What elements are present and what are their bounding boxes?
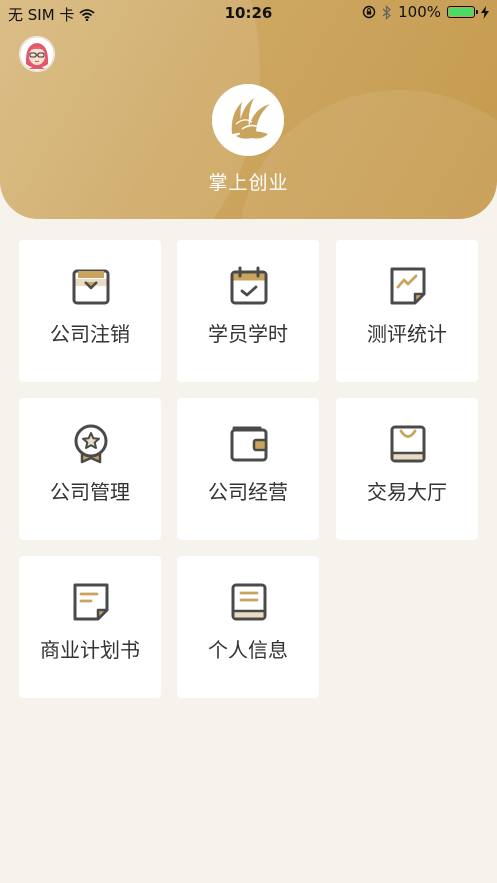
menu-item-label: 测评统计 xyxy=(367,322,447,346)
document-icon xyxy=(73,583,109,621)
status-right: 100% xyxy=(362,3,489,21)
archive-box-icon xyxy=(72,269,110,305)
rotation-lock-icon xyxy=(362,5,376,19)
battery-icon xyxy=(447,6,478,18)
menu-item-evaluation-stats[interactable]: 测评统计 xyxy=(336,240,478,382)
menu-item-trading-hall[interactable]: 交易大厅 xyxy=(336,398,478,540)
menu-item-company-operation[interactable]: 公司经营 xyxy=(177,398,319,540)
app-logo xyxy=(212,84,284,156)
charging-icon xyxy=(481,5,489,19)
menu-item-label: 公司经营 xyxy=(208,480,288,504)
menu-item-student-hours[interactable]: 学员学时 xyxy=(177,240,319,382)
menu-item-personal-info[interactable]: 个人信息 xyxy=(177,556,319,698)
chart-note-icon xyxy=(390,267,426,305)
badge-star-icon xyxy=(74,424,108,464)
menu-item-company-cancel[interactable]: 公司注销 xyxy=(19,240,161,382)
menu-item-label: 公司注销 xyxy=(50,322,130,346)
header: 无 SIM 卡 10:26 100% 掌上创业 xyxy=(0,0,497,219)
status-bar: 无 SIM 卡 10:26 100% xyxy=(0,0,497,26)
bluetooth-icon xyxy=(382,4,392,20)
calendar-check-icon xyxy=(230,266,268,305)
menu-item-business-plan[interactable]: 商业计划书 xyxy=(19,556,161,698)
wallet-icon xyxy=(230,426,268,462)
book-icon xyxy=(231,583,267,621)
wings-logo-icon xyxy=(212,84,284,156)
menu-item-label: 公司管理 xyxy=(50,480,130,504)
menu-item-label: 学员学时 xyxy=(208,322,288,346)
menu-item-label: 商业计划书 xyxy=(40,638,140,662)
menu-item-label: 个人信息 xyxy=(208,638,288,662)
user-avatar-icon xyxy=(19,36,55,72)
app-title: 掌上创业 xyxy=(208,172,289,194)
menu-item-company-management[interactable]: 公司管理 xyxy=(19,398,161,540)
menu-item-label: 交易大厅 xyxy=(367,480,447,504)
avatar[interactable] xyxy=(19,36,55,72)
shopping-bag-icon xyxy=(390,425,426,463)
battery-percent: 100% xyxy=(398,3,441,21)
